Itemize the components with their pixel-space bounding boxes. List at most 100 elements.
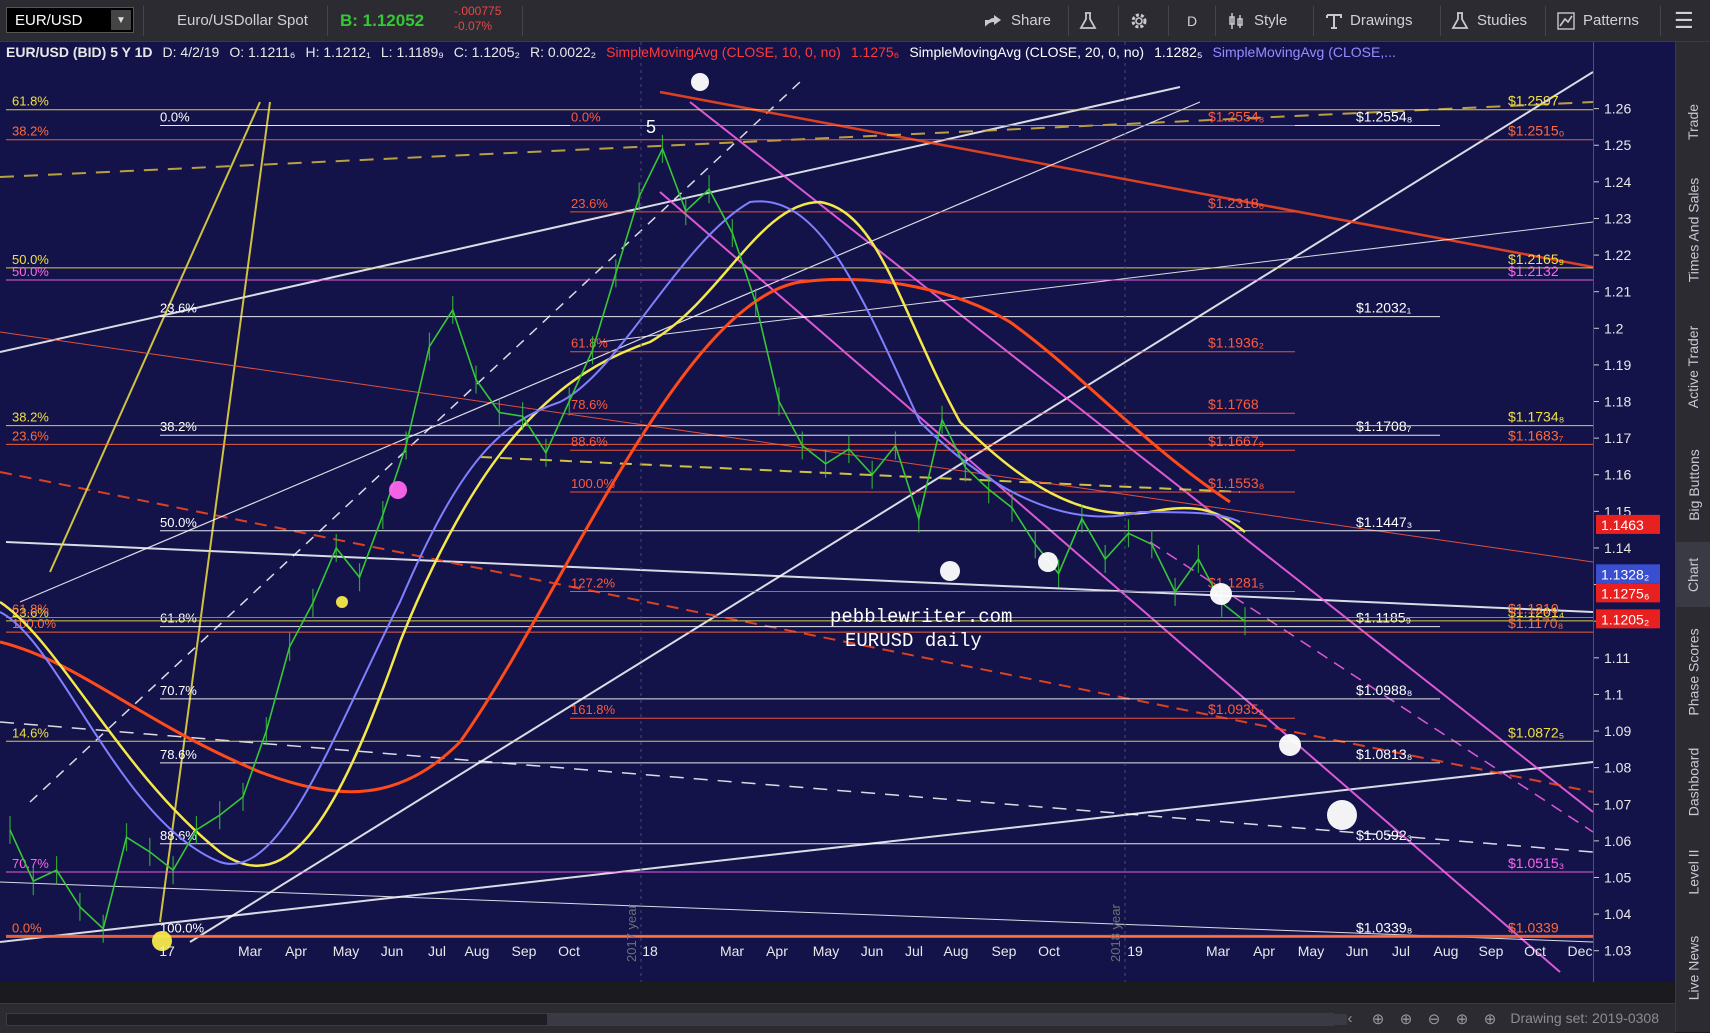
studies-flask-icon	[1451, 11, 1469, 29]
patterns-label: Patterns	[1583, 12, 1639, 29]
side-panel: Trade Times And Sales Active Trader Big …	[1675, 42, 1710, 1032]
info-low: L: 1.1189₉	[380, 44, 444, 60]
time-scrollbar[interactable]	[6, 1013, 1347, 1026]
wave-label: 5	[646, 117, 656, 137]
trend-line	[659, 191, 1561, 973]
chart-title: EUR/USD (BID) 5 Y 1D	[6, 44, 153, 60]
flask-icon	[1079, 11, 1097, 29]
settings-button[interactable]	[1129, 0, 1149, 41]
drawings-label: Drawings	[1350, 12, 1413, 29]
zoom-icon[interactable]: ⊕	[1480, 1010, 1500, 1028]
tab-phase-scores[interactable]: Phase Scores	[1676, 617, 1710, 727]
fib-price-label: $1.0988₈	[1356, 682, 1412, 698]
year-marker: 2018 year	[1108, 904, 1123, 962]
fib-price-label: $1.2132	[1508, 263, 1559, 279]
chart-area[interactable]: 0.0% $1.2554₈ 23.6% $1.2032₁ 38.2% $1.1708₇ 50…	[0, 42, 1593, 982]
y-tick-label: 1.16	[1604, 467, 1631, 483]
marker-dot	[691, 73, 709, 91]
gear-icon	[1131, 13, 1147, 28]
x-tick-label: May	[1298, 943, 1324, 959]
fib-level-label: 61.8%	[160, 611, 197, 626]
fib-price-label: $1.1170₈	[1508, 615, 1563, 631]
fib-price-label: $1.2554₈	[1356, 108, 1412, 124]
price-axis[interactable]: 1.031.041.051.061.071.081.091.11.111.121…	[1593, 42, 1676, 982]
price-axis-canvas: 1.031.041.051.061.071.081.091.11.111.121…	[1594, 101, 1660, 959]
y-tick-label: 1.05	[1604, 869, 1631, 885]
trend-line	[659, 90, 1593, 269]
toolbar-divider	[1313, 6, 1314, 36]
top-toolbar: EUR/USD ▼ Euro/USDollar Spot B: 1.12052 …	[0, 0, 1710, 42]
fib-price-label: $1.0339	[1508, 919, 1559, 935]
timeframe-button[interactable]: D	[1187, 0, 1197, 41]
watermark-text: pebblewriter.com	[830, 606, 1012, 628]
symbol-input[interactable]: EUR/USD ▼	[6, 7, 134, 33]
fib-level-label: 61.8%	[12, 94, 49, 109]
fib-level-label: 38.2%	[160, 419, 197, 434]
fib-level-label: 70.7%	[160, 683, 197, 698]
fib-level-label: 50.0%	[12, 264, 49, 279]
y-tick-label: 1.06	[1604, 833, 1631, 849]
scrollbar-thumb[interactable]	[547, 1014, 1347, 1025]
toolbar-divider	[1440, 6, 1441, 36]
fib-level-label: 161.8%	[571, 702, 616, 717]
candle-style-icon	[1229, 12, 1243, 29]
info-open: O: 1.1211₆	[229, 44, 296, 60]
year-marker: 2017 year	[624, 904, 639, 962]
symbol-text: EUR/USD	[15, 11, 83, 29]
fib-price-label: $1.2032₁	[1356, 300, 1412, 316]
price-change-pct: -0.07%	[454, 19, 493, 33]
crosshair-icon[interactable]: ⊕	[1396, 1010, 1416, 1028]
sma10-value: 1.1275₆	[850, 44, 900, 60]
x-tick-label: Jun	[861, 943, 884, 959]
trend-line	[29, 81, 801, 803]
tab-active-trader[interactable]: Active Trader	[1676, 307, 1710, 427]
menu-icon[interactable]: ☰	[1674, 0, 1694, 41]
toolbar-divider	[1215, 6, 1216, 36]
price-label: 1.1463	[1601, 517, 1644, 533]
drawings-button[interactable]: Drawings	[1326, 0, 1413, 41]
studies-button[interactable]: Studies	[1451, 0, 1527, 41]
tab-big-buttons[interactable]: Big Buttons	[1676, 437, 1710, 532]
price-label: 1.1275₆	[1601, 585, 1649, 601]
tab-times-and-sales[interactable]: Times And Sales	[1676, 167, 1710, 292]
fib-price-label: $1.1708₇	[1356, 418, 1412, 434]
zoom-in-icon[interactable]: ⊕	[1452, 1010, 1472, 1028]
trend-line	[0, 761, 1593, 943]
crosshair-icon[interactable]: ⊕	[1368, 1010, 1388, 1028]
y-tick-label: 1.2	[1604, 320, 1624, 336]
sma10-label: SimpleMovingAvg (CLOSE, 10, 0, no)	[606, 44, 841, 60]
x-tick-label: Oct	[558, 943, 580, 959]
fib-level-label: 0.0%	[12, 920, 42, 935]
info-date: D: 4/2/19	[162, 44, 220, 60]
fib-level-label: 88.6%	[571, 434, 608, 449]
patterns-button[interactable]: Patterns	[1557, 0, 1639, 41]
tab-trade[interactable]: Trade	[1676, 82, 1710, 162]
fib-level-label: 23.6%	[12, 428, 49, 443]
x-tick-label: Jul	[905, 943, 923, 959]
x-tick-label: Sep	[1479, 943, 1504, 959]
tab-live-news[interactable]: Live News	[1676, 920, 1710, 1015]
y-tick-label: 1.1	[1604, 686, 1624, 702]
chart-canvas[interactable]: 0.0% $1.2554₈ 23.6% $1.2032₁ 38.2% $1.1708₇ 50…	[0, 42, 1593, 982]
fib-price-label: $1.1936₂	[1208, 335, 1264, 351]
x-tick-label: Apr	[766, 943, 788, 959]
tab-dashboard[interactable]: Dashboard	[1676, 734, 1710, 829]
symbol-dropdown-button[interactable]: ▼	[111, 10, 131, 30]
flask-button[interactable]	[1078, 0, 1098, 41]
text-tool-icon	[1326, 13, 1342, 29]
scroll-left-icon[interactable]: ‹	[1340, 1010, 1360, 1028]
y-tick-label: 1.18	[1604, 394, 1631, 410]
fib-level-label: 78.6%	[571, 397, 608, 412]
style-button[interactable]: Style	[1228, 0, 1287, 41]
fib-price-label: $1.0339₈	[1356, 919, 1412, 935]
marker-dot	[389, 481, 407, 499]
price-label: 1.1205₂	[1601, 611, 1649, 627]
fib-level-label: 61.8%	[571, 336, 608, 351]
fib-price-label: $1.1447₃	[1356, 514, 1412, 530]
tab-level-ii[interactable]: Level II	[1676, 837, 1710, 907]
share-button[interactable]: Share	[983, 0, 1051, 41]
style-label: Style	[1254, 12, 1288, 29]
zoom-out-icon[interactable]: ⊖	[1424, 1010, 1444, 1028]
tab-chart[interactable]: Chart	[1676, 542, 1710, 607]
bid-price: B: 1.12052	[340, 10, 425, 30]
